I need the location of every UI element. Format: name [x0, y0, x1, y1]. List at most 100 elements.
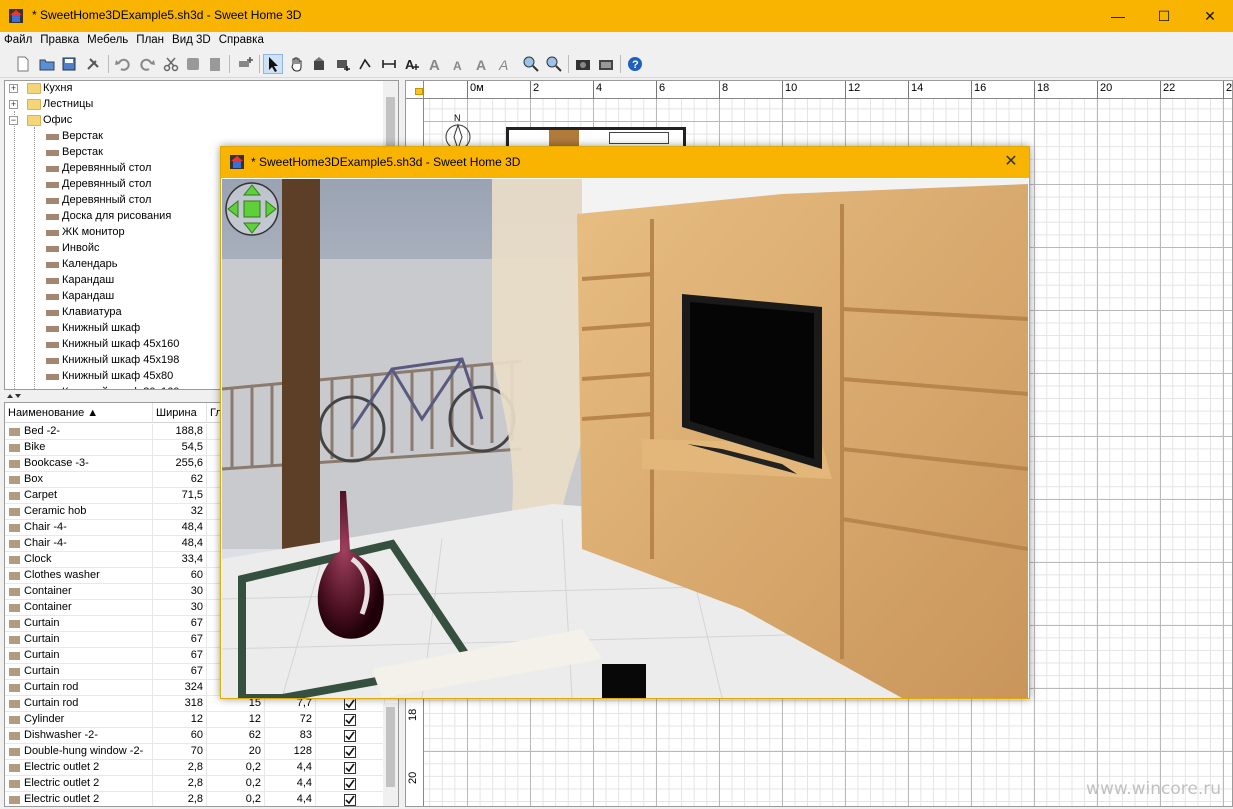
zoom-in-icon[interactable]: [522, 55, 540, 73]
table-row[interactable]: Electric outlet 2 2,8 0,2 4,4: [5, 776, 385, 792]
catalog-category-stairs[interactable]: + Лестницы: [5, 97, 385, 113]
visible-checkbox[interactable]: [344, 730, 356, 742]
furniture-name-cell: Bike: [5, 440, 153, 456]
catalog-category-kitchen[interactable]: + Кухня: [5, 81, 385, 97]
collapse-icon[interactable]: −: [9, 116, 18, 125]
furniture-visible-cell: [316, 792, 385, 806]
furniture-name: Chair -4-: [24, 521, 67, 533]
furniture-width-cell: 30: [153, 600, 207, 616]
create-labels-icon[interactable]: A: [403, 55, 421, 73]
catalog-item-label: Клавиатура: [62, 306, 122, 318]
furniture-name: Curtain rod: [24, 697, 79, 709]
create-dimensions-icon[interactable]: [380, 55, 398, 73]
decrease-text-icon[interactable]: A: [451, 55, 469, 73]
plan-furniture-item[interactable]: [609, 132, 669, 144]
redo-icon[interactable]: [138, 55, 156, 73]
compass-icon[interactable]: N: [444, 111, 472, 151]
undo-icon[interactable]: [114, 55, 132, 73]
paste-icon[interactable]: [206, 55, 224, 73]
column-header-width[interactable]: Ширина: [153, 403, 207, 423]
furniture-thumbnail-icon: [45, 323, 61, 335]
menu-edit[interactable]: Правка: [36, 32, 83, 46]
column-header-name[interactable]: Наименование ▲: [5, 403, 153, 423]
furniture-thumbnail-icon: [45, 243, 61, 255]
menu-file[interactable]: Файл: [0, 32, 36, 46]
create-polylines-icon[interactable]: [357, 55, 375, 73]
visible-checkbox[interactable]: [344, 714, 356, 726]
help-icon[interactable]: ?: [626, 55, 644, 73]
furniture-width-cell: 318: [153, 696, 207, 712]
preferences-icon[interactable]: [84, 55, 102, 73]
catalog-item[interactable]: Верстак: [5, 129, 385, 145]
increase-text-icon[interactable]: A: [428, 55, 446, 74]
table-row[interactable]: Electric outlet 2 2,8 0,2 4,4: [5, 792, 385, 806]
menu-plan[interactable]: План: [132, 32, 168, 46]
furniture-name-cell: Clothes washer: [5, 568, 153, 584]
catalog-category-office[interactable]: − Офис: [5, 113, 385, 129]
furniture-name: Chair -4-: [24, 537, 67, 549]
open-folder-icon[interactable]: [38, 55, 56, 73]
create-walls-icon[interactable]: [311, 55, 329, 73]
visible-checkbox[interactable]: [344, 762, 356, 774]
ruler-corner: [406, 81, 424, 99]
scrollbar-thumb[interactable]: [386, 707, 395, 787]
furniture-name: Electric outlet 2: [24, 777, 100, 789]
maximize-button[interactable]: ☐: [1141, 0, 1187, 32]
3d-window-close-button[interactable]: ✕: [999, 150, 1023, 174]
minimize-button[interactable]: —: [1095, 0, 1141, 32]
expand-icon[interactable]: +: [9, 100, 18, 109]
menu-help[interactable]: Справка: [215, 32, 268, 46]
3d-scene[interactable]: [222, 179, 1028, 698]
save-icon[interactable]: [60, 55, 78, 73]
furniture-height-cell: 4,4: [265, 760, 316, 776]
furniture-name: Curtain rod: [24, 681, 79, 693]
3d-view-window[interactable]: * SweetHome3DExample5.sh3d - Sweet Home …: [220, 146, 1030, 699]
visible-checkbox[interactable]: [344, 778, 356, 790]
table-row[interactable]: Dishwasher -2- 60 62 83: [5, 728, 385, 744]
furniture-width-cell: 33,4: [153, 552, 207, 568]
furniture-name: Dishwasher -2-: [24, 729, 98, 741]
furniture-thumbnail-icon: [45, 355, 61, 367]
ruler-label: 24: [1226, 82, 1233, 94]
splitter-arrows-icon[interactable]: [6, 392, 22, 400]
furniture-visible-cell: [316, 744, 385, 760]
cylinder-icon: [8, 714, 21, 725]
new-file-icon[interactable]: [14, 55, 32, 73]
expand-icon[interactable]: +: [9, 84, 18, 93]
svg-text:A: A: [476, 57, 486, 73]
menu-furniture[interactable]: Мебель: [83, 32, 132, 46]
close-button[interactable]: ✕: [1187, 0, 1233, 32]
select-mode-icon[interactable]: [263, 54, 283, 74]
create-video-icon[interactable]: [597, 55, 615, 73]
menu-3d-view[interactable]: Вид 3D: [168, 32, 215, 46]
table-row[interactable]: Double-hung window -2- 70 20 128: [5, 744, 385, 760]
furniture-name: Curtain: [24, 649, 60, 661]
table-row[interactable]: Electric outlet 2 2,8 0,2 4,4: [5, 760, 385, 776]
navigation-arrows-icon[interactable]: [225, 182, 279, 236]
furniture-width-cell: 62: [153, 472, 207, 488]
plan-furniture-item[interactable]: [549, 130, 579, 146]
furniture-thumbnail-icon: [45, 371, 61, 383]
bold-text-icon[interactable]: A: [474, 55, 492, 73]
pan-mode-icon[interactable]: [288, 55, 306, 73]
zoom-out-icon[interactable]: [545, 55, 563, 73]
cut-icon[interactable]: [162, 55, 180, 73]
3d-render[interactable]: [222, 179, 1028, 698]
furniture-name: Cylinder: [24, 713, 65, 725]
visible-checkbox[interactable]: [344, 794, 356, 806]
table-scrollbar[interactable]: [383, 703, 398, 806]
table-row[interactable]: Cylinder 12 12 72: [5, 712, 385, 728]
visible-checkbox[interactable]: [344, 746, 356, 758]
create-photo-icon[interactable]: [574, 55, 592, 73]
visible-checkbox[interactable]: [344, 698, 356, 710]
tv-3d: [682, 294, 822, 474]
copy-icon[interactable]: [184, 55, 202, 73]
furniture-thumbnail-icon: [45, 259, 61, 271]
italic-text-icon[interactable]: A: [497, 55, 515, 73]
create-rooms-icon[interactable]: [334, 55, 352, 73]
3d-window-title-bar[interactable]: * SweetHome3DExample5.sh3d - Sweet Home …: [221, 147, 1029, 178]
furniture-name-cell: Double-hung window -2-: [5, 744, 153, 760]
furniture-name-cell: Chair -4-: [5, 536, 153, 552]
add-furniture-icon[interactable]: [236, 55, 254, 73]
furniture-width-cell: 324: [153, 680, 207, 696]
